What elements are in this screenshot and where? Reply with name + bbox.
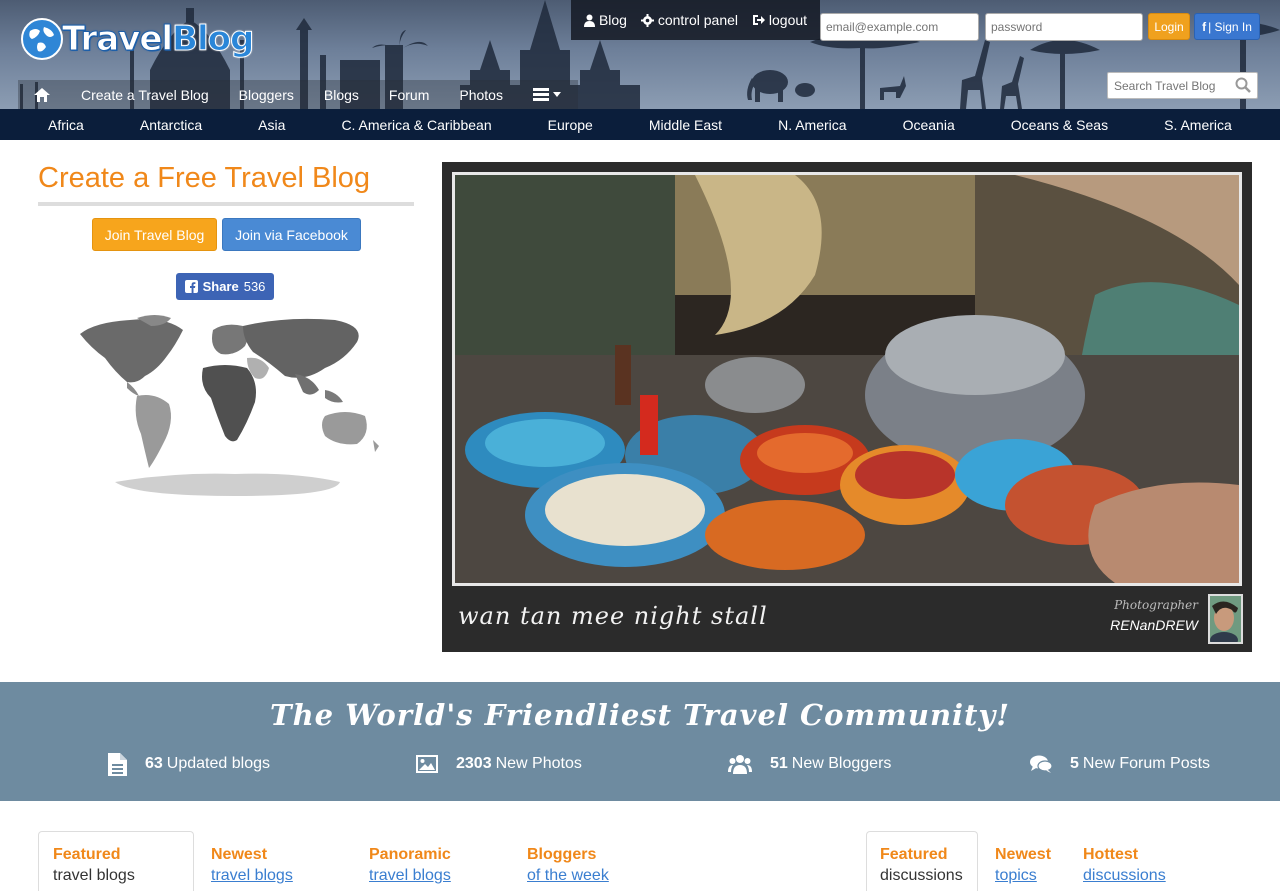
facebook-icon: f: [1202, 19, 1207, 34]
join-facebook-label: Join via Facebook: [235, 226, 348, 243]
control-panel-label: control panel: [657, 12, 739, 28]
tab-label-top: Featured: [880, 846, 948, 863]
home-icon: [34, 87, 50, 102]
region-africa[interactable]: Africa: [48, 117, 84, 133]
blog-link[interactable]: Blog: [583, 12, 627, 28]
region-central-america[interactable]: C. America & Caribbean: [341, 117, 491, 133]
stat-count: 2303: [456, 755, 492, 772]
search-input[interactable]: [1108, 73, 1228, 98]
tab-label-top: Bloggers: [527, 846, 597, 863]
more-menu-button[interactable]: [518, 88, 576, 101]
region-south-america[interactable]: S. America: [1164, 117, 1232, 133]
region-antarctica[interactable]: Antarctica: [140, 117, 202, 133]
email-field[interactable]: [820, 13, 979, 41]
region-middle-east[interactable]: Middle East: [649, 117, 722, 133]
tab-label-top: Newest: [995, 846, 1052, 863]
join-facebook-button[interactable]: Join via Facebook: [222, 218, 361, 251]
signin-label: | Sign In: [1208, 19, 1252, 34]
search-icon[interactable]: [1235, 77, 1251, 93]
sign-out-icon: [752, 15, 765, 25]
main-nav: Create a Travel Blog Bloggers Blogs Foru…: [18, 80, 578, 109]
photo-caption[interactable]: wan tan mee night stall: [458, 602, 768, 630]
user-toolbar: Blog control panel logout: [571, 0, 820, 40]
region-oceania[interactable]: Oceania: [903, 117, 955, 133]
control-panel-link[interactable]: control panel: [640, 12, 739, 28]
logout-label: logout: [768, 12, 808, 28]
region-oceans-seas[interactable]: Oceans & Seas: [1011, 117, 1108, 133]
nav-photos[interactable]: Photos: [444, 87, 518, 103]
user-icon: [583, 14, 595, 27]
nav-forum[interactable]: Forum: [374, 87, 444, 103]
facebook-share-button[interactable]: Share 536: [176, 273, 274, 300]
site-logo[interactable]: TravelBlog: [20, 14, 255, 64]
tab-label-bottom: travel blogs: [369, 867, 451, 884]
bars-icon: [532, 88, 549, 101]
tab-label-bottom: discussions: [1083, 867, 1166, 884]
title-divider: [38, 202, 414, 206]
login-button[interactable]: Login: [1148, 13, 1190, 40]
region-north-america[interactable]: N. America: [778, 117, 846, 133]
featured-photo[interactable]: [452, 172, 1242, 586]
tab-label-bottom: of the week: [527, 867, 609, 884]
logout-link[interactable]: logout: [752, 12, 807, 28]
photographer-label: Photographer: [1114, 598, 1198, 612]
file-icon: [108, 752, 127, 776]
nav-bloggers[interactable]: Bloggers: [224, 87, 309, 103]
stat-count: 5: [1070, 755, 1079, 772]
page-title: Create a Free Travel Blog: [38, 162, 371, 194]
nav-create-blog[interactable]: Create a Travel Blog: [66, 87, 224, 103]
tab-label-bottom: travel blogs: [53, 867, 135, 884]
stat-updated-blogs[interactable]: 63 Updated blogs: [108, 752, 270, 776]
region-asia[interactable]: Asia: [258, 117, 285, 133]
stat-label: New Bloggers: [791, 755, 892, 772]
gear-icon: [640, 13, 654, 27]
facebook-square-icon: [184, 280, 198, 293]
photographer-name[interactable]: RENanDREW: [1110, 617, 1198, 633]
stat-count: 63: [145, 755, 163, 772]
login-button-label: Login: [1154, 19, 1184, 34]
logo-text-blog: Blog: [172, 19, 255, 59]
image-icon: [416, 755, 438, 773]
globe-icon: [21, 18, 63, 60]
tab-label-bottom: topics: [995, 867, 1037, 884]
world-map[interactable]: [75, 312, 385, 498]
stat-count: 51: [770, 755, 788, 772]
password-field[interactable]: [985, 13, 1143, 41]
tab-label-bottom: discussions: [880, 867, 963, 884]
join-button-label: Join Travel Blog: [104, 226, 205, 243]
logo-text-travel: Travel: [61, 19, 173, 59]
users-icon: [728, 755, 752, 774]
home-link[interactable]: [18, 87, 66, 102]
nav-blogs[interactable]: Blogs: [309, 87, 374, 103]
tab-label-top: Hottest: [1083, 846, 1139, 863]
facebook-signin-button[interactable]: f | Sign In: [1194, 13, 1260, 40]
photo-image: [455, 175, 1239, 583]
stat-label: Updated blogs: [166, 755, 270, 772]
share-label: Share: [202, 279, 239, 294]
tab-label-top: Panoramic: [369, 846, 451, 863]
stat-label: New Photos: [495, 755, 582, 772]
comments-icon: [1030, 755, 1052, 773]
tab-label-top: Newest: [211, 846, 268, 863]
caret-down-icon: [552, 92, 561, 97]
stat-label: New Forum Posts: [1082, 755, 1211, 772]
search-box: [1107, 72, 1258, 99]
stat-new-photos[interactable]: 2303 New Photos: [416, 752, 582, 776]
community-title: The World's Friendliest Travel Community…: [269, 698, 1011, 732]
blog-link-label: Blog: [598, 12, 627, 28]
stat-new-forum-posts[interactable]: 5 New Forum Posts: [1030, 752, 1210, 776]
avatar[interactable]: [1208, 594, 1243, 644]
share-count: 536: [243, 279, 266, 294]
region-nav: Africa Antarctica Asia C. America & Cari…: [0, 109, 1280, 140]
region-europe[interactable]: Europe: [548, 117, 593, 133]
tab-label-top: Featured: [53, 846, 121, 863]
tab-label-bottom: travel blogs: [211, 867, 293, 884]
join-button[interactable]: Join Travel Blog: [92, 218, 217, 251]
stat-new-bloggers[interactable]: 51 New Bloggers: [728, 752, 891, 776]
